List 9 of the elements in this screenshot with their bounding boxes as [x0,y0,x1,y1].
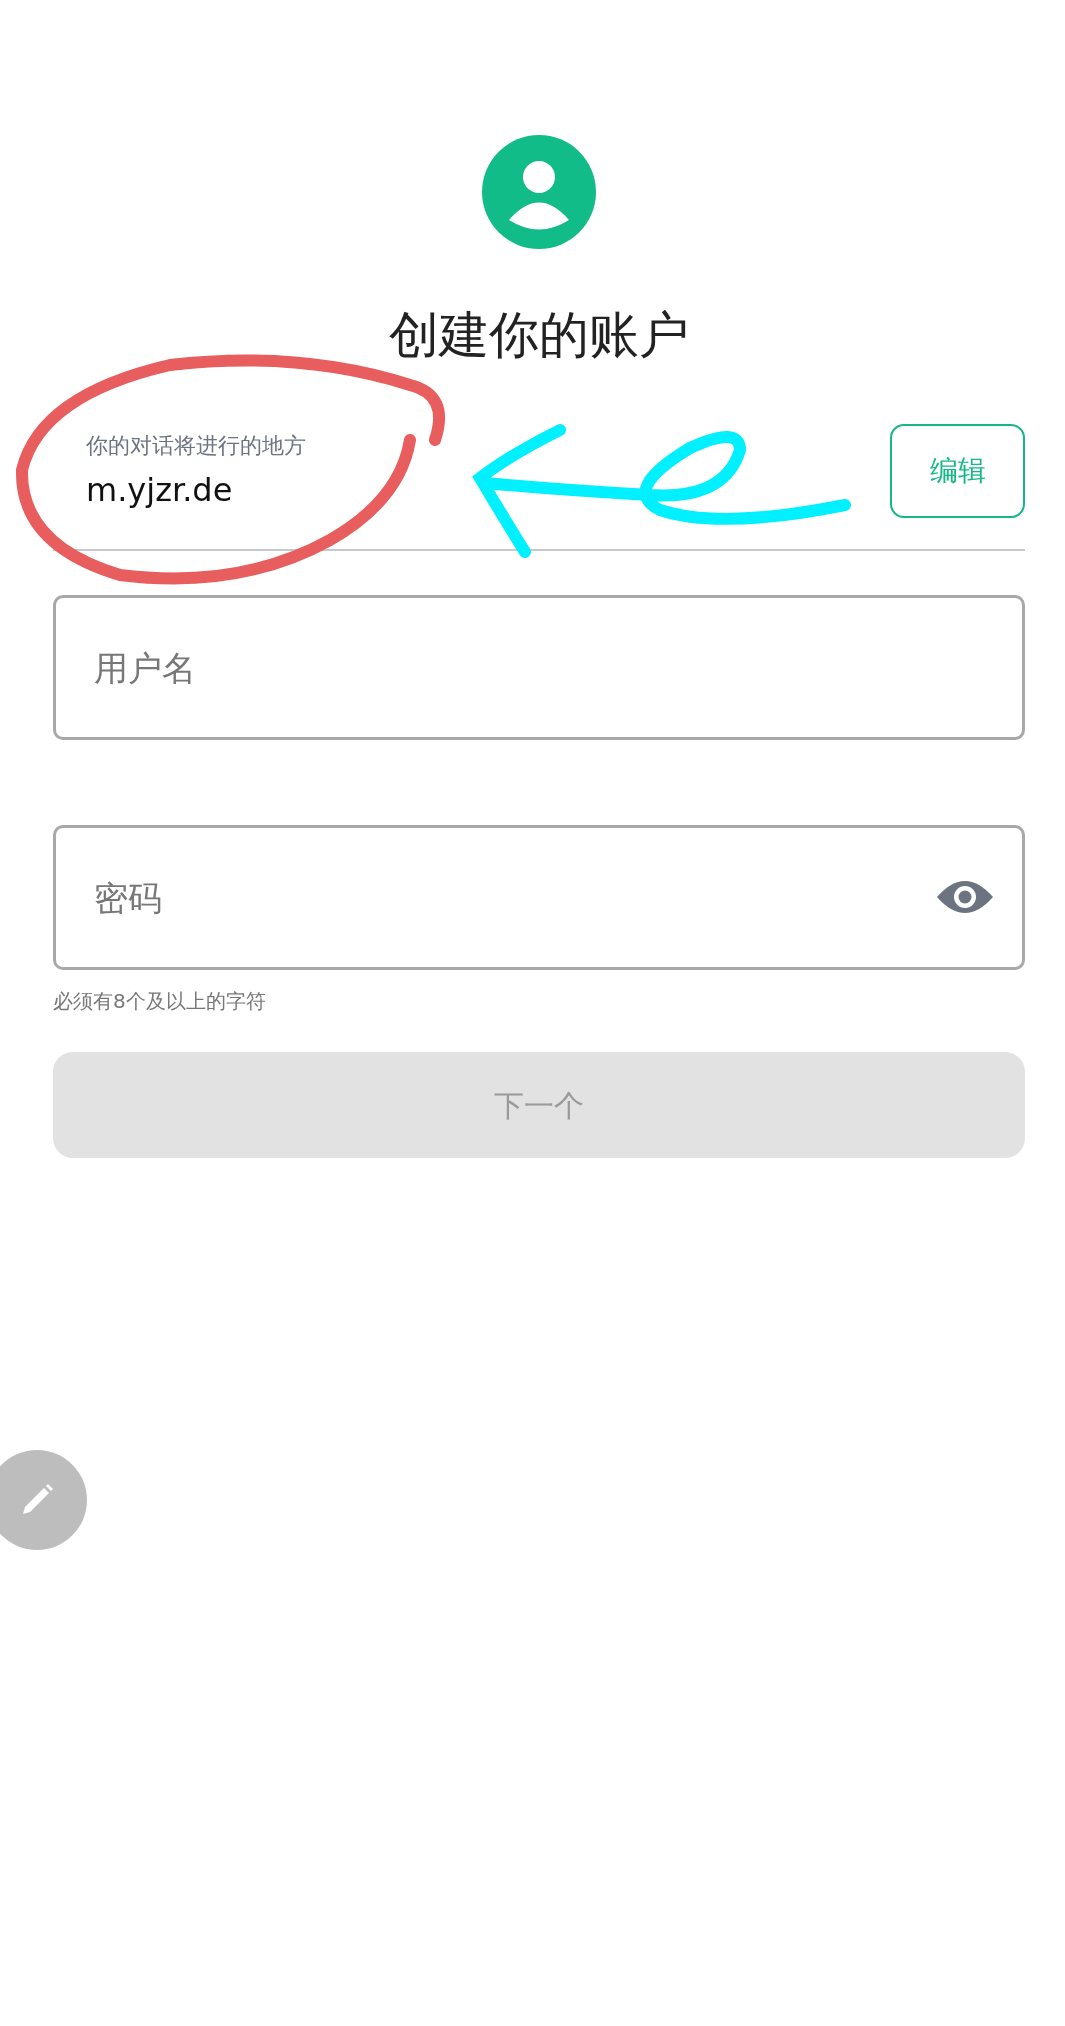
edit-button[interactable]: 编辑 [890,424,1025,518]
password-field[interactable]: 密码 [53,825,1025,970]
user-avatar-icon [482,135,596,249]
eye-icon[interactable] [937,879,993,915]
server-address: m.yjzr.de [86,469,234,511]
page-title: 创建你的账户 [388,305,690,365]
username-field[interactable]: 用户名 [53,595,1025,740]
server-label: 你的对话将进行的地方 [86,431,307,460]
password-hint: 必须有8个及以上的字符 [53,988,267,1015]
